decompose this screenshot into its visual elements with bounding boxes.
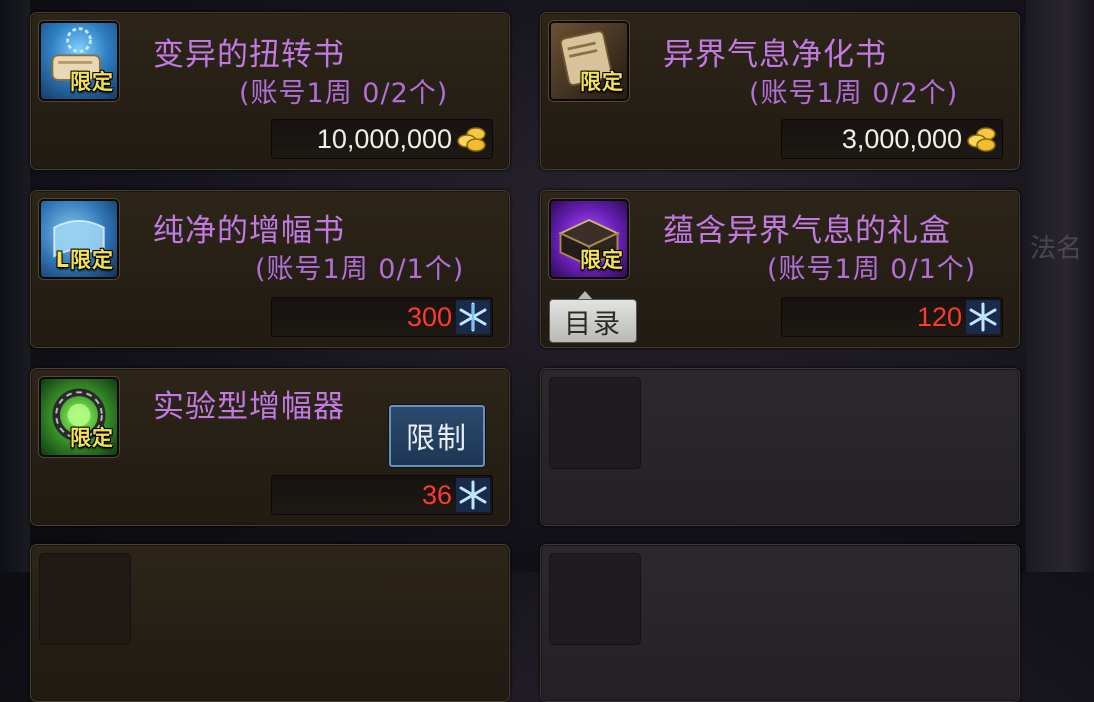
item-limit-text: (账号1周 0/2个) bbox=[239, 78, 449, 109]
item-title: 纯净的增幅书 bbox=[153, 213, 345, 249]
shop-item-card[interactable]: 限定 实验型增幅器 限制 36 bbox=[30, 368, 510, 526]
item-limit-text: (账号1周 0/2个) bbox=[749, 78, 959, 109]
price-box: 36 bbox=[271, 475, 493, 515]
item-price: 300 bbox=[406, 302, 452, 332]
item-price: 120 bbox=[916, 302, 962, 332]
shop-item-card-partial[interactable] bbox=[30, 544, 510, 702]
item-title: 异界气息净化书 bbox=[663, 37, 887, 73]
item-icon-twist-book[interactable]: 限定 bbox=[39, 21, 119, 101]
price-box: 3,000,000 bbox=[781, 119, 1003, 159]
shop-item-card[interactable]: 限定 目录 蕴含异界气息的礼盒 (账号1周 0/1个) 120 bbox=[540, 190, 1020, 348]
crystal-icon bbox=[456, 478, 490, 512]
item-price: 3,000,000 bbox=[841, 124, 962, 154]
item-limit-text: (账号1周 0/1个) bbox=[767, 254, 977, 285]
catalog-button[interactable]: 目录 bbox=[549, 299, 637, 343]
item-icon-gift-box[interactable]: 限定 bbox=[549, 199, 629, 279]
shop-item-card[interactable]: 限定 变异的扭转书 (账号1周 0/2个) 10,000,000 bbox=[30, 12, 510, 170]
empty-shop-slot bbox=[540, 368, 1020, 526]
item-title: 蕴含异界气息的礼盒 bbox=[663, 213, 951, 249]
item-title: 变异的扭转书 bbox=[153, 37, 345, 73]
item-price: 36 bbox=[421, 480, 452, 510]
limited-tag: L限定 bbox=[55, 248, 114, 272]
empty-icon-slot bbox=[549, 553, 641, 645]
gold-coin-icon bbox=[457, 127, 486, 152]
gold-coin-icon bbox=[967, 127, 996, 152]
empty-icon-slot bbox=[549, 377, 641, 469]
price-box: 120 bbox=[781, 297, 1003, 337]
price-box: 10,000,000 bbox=[271, 119, 493, 159]
crystal-icon bbox=[966, 300, 1000, 334]
crystal-icon bbox=[456, 300, 490, 334]
item-icon-experimental-amplifier[interactable]: 限定 bbox=[39, 377, 119, 457]
limited-tag: 限定 bbox=[580, 70, 624, 94]
restriction-button[interactable]: 限制 bbox=[389, 405, 485, 467]
left-border bbox=[0, 0, 30, 572]
item-price: 10,000,000 bbox=[316, 124, 452, 154]
item-icon-slot bbox=[39, 553, 131, 645]
item-title: 实验型增幅器 bbox=[153, 389, 345, 425]
limited-tag: 限定 bbox=[580, 248, 624, 272]
right-background: 法名 bbox=[1026, 0, 1094, 572]
item-icon-pure-amplify-book[interactable]: L限定 bbox=[39, 199, 119, 279]
background-deco-text: 法名 bbox=[1030, 234, 1083, 264]
empty-shop-slot-partial bbox=[540, 544, 1020, 702]
shop-item-card[interactable]: 限定 异界气息净化书 (账号1周 0/2个) 3,000,000 bbox=[540, 12, 1020, 170]
price-box: 300 bbox=[271, 297, 493, 337]
shop-item-card[interactable]: L限定 纯净的增幅书 (账号1周 0/1个) 300 bbox=[30, 190, 510, 348]
item-limit-text: (账号1周 0/1个) bbox=[255, 254, 465, 285]
limited-tag: 限定 bbox=[70, 426, 114, 450]
limited-tag: 限定 bbox=[70, 70, 114, 94]
item-icon-purify-book[interactable]: 限定 bbox=[549, 21, 629, 101]
